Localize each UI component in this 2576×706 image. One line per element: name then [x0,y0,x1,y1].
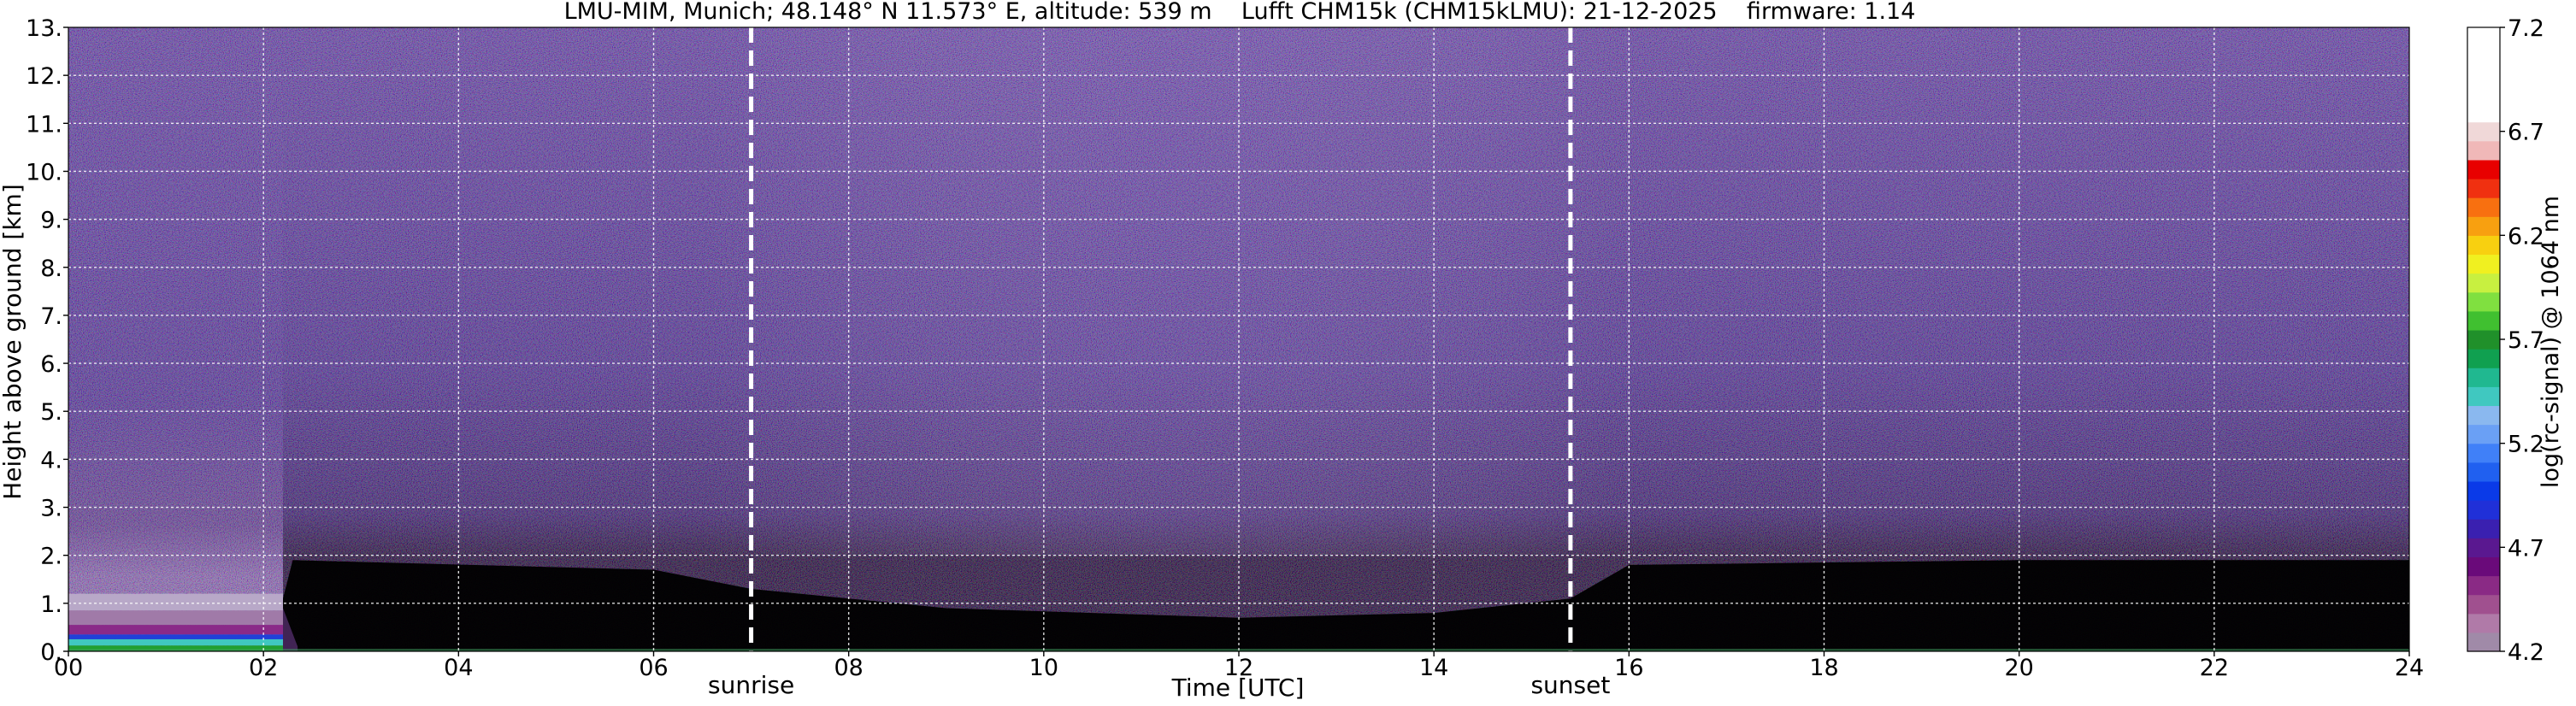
y-tick-label: 8. [40,256,62,282]
colorbar-swatch [2467,121,2500,142]
x-tick-label: 20 [2004,655,2033,681]
colorbar-swatch [2467,443,2500,463]
colorbar-swatch [2467,480,2500,501]
colorbar-swatch [2467,368,2500,387]
colorbar-tick-label: 7.2 [2508,15,2544,42]
colorbar-tick-label: 4.2 [2508,639,2544,666]
colorbar-swatch [2467,27,2500,47]
colorbar-swatch [2467,424,2500,444]
x-tick-label: 18 [1809,655,1838,681]
colorbar-swatch [2467,235,2500,256]
x-tick-label: 04 [444,655,473,681]
colorbar-swatch [2467,349,2500,368]
colorbar-swatch [2467,613,2500,633]
colorbar-tick-label: 6.7 [2508,120,2544,146]
colorbar-swatch [2467,291,2500,312]
colorbar-swatch [2467,575,2500,596]
x-tick-label: 24 [2395,655,2424,681]
y-tick-label: 5. [40,399,62,426]
colorbar-swatch [2467,556,2500,577]
x-tick-label: 02 [249,655,278,681]
colorbar: 4.24.75.25.76.26.77.2 [2467,15,2544,666]
colorbar-swatch [2467,594,2500,615]
y-axis-label: Height above ground [km] [0,184,27,500]
colorbar-swatch [2467,178,2500,198]
ceilometer-chart: sunrise sunset 00 02 04 06 08 10 12 14 16 18 20 22 24… [0,0,2564,702]
colorbar-swatch [2467,329,2500,350]
x-tick-label: 14 [1419,655,1448,681]
colorbar-swatch [2467,500,2500,520]
aerosol-layer-top [68,593,283,611]
y-tick-label: 4. [40,447,62,474]
colorbar-swatch [2467,46,2500,66]
x-tick-label: 08 [834,655,863,681]
colorbar-swatch [2467,538,2500,557]
y-tick-label: 0. [40,639,62,666]
y-tick-label: 6. [40,351,62,378]
y-tick-label: 2. [40,544,62,570]
sunset-label: sunset [1530,671,1610,699]
y-tick-label: 10. [26,159,62,185]
colorbar-swatch [2467,405,2500,426]
colorbar-swatch [2467,519,2500,538]
sunrise-label: sunrise [708,671,794,699]
colorbar-swatch [2467,273,2500,293]
y-tick-label: 3. [40,496,62,522]
colorbar-swatch [2467,65,2500,85]
y-tick-label: 11. [26,111,62,138]
x-tick-label: 06 [639,655,668,681]
colorbar-swatch [2467,197,2500,217]
colorbar-swatch [2467,386,2500,407]
colorbar-swatch [2467,462,2500,482]
colorbar-label: log(rc-signal) @ 1064 nm [2538,196,2564,488]
colorbar-swatch [2467,140,2500,161]
y-tick-label: 12. [26,63,62,90]
colorbar-swatch [2467,216,2500,236]
colorbar-swatch [2467,254,2500,274]
aerosol-layer-base [68,634,283,639]
x-tick-label: 10 [1029,655,1058,681]
aerosol-layer-core [68,625,283,635]
y-tick-label: 1. [40,591,62,618]
aerosol-layer-ground [68,638,283,646]
colorbar-tick-label: 4.7 [2508,535,2544,562]
aerosol-layer-upper [68,610,283,626]
colorbar-swatch [2467,84,2500,104]
chart-title: LMU-MIM, Munich; 48.148° N 11.573° E, al… [564,0,1916,25]
y-tick-label: 9. [40,208,62,234]
x-axis-label: Time [UTC] [1171,674,1305,702]
x-tick-label: 22 [2200,655,2229,681]
colorbar-swatch [2467,159,2500,179]
y-tick-label: 13. [26,15,62,42]
colorbar-swatch [2467,310,2500,331]
y-tick-label: 7. [40,303,62,330]
colorbar-swatch [2467,103,2500,123]
colorbar-swatch [2467,632,2500,652]
x-tick-label: 16 [1614,655,1643,681]
